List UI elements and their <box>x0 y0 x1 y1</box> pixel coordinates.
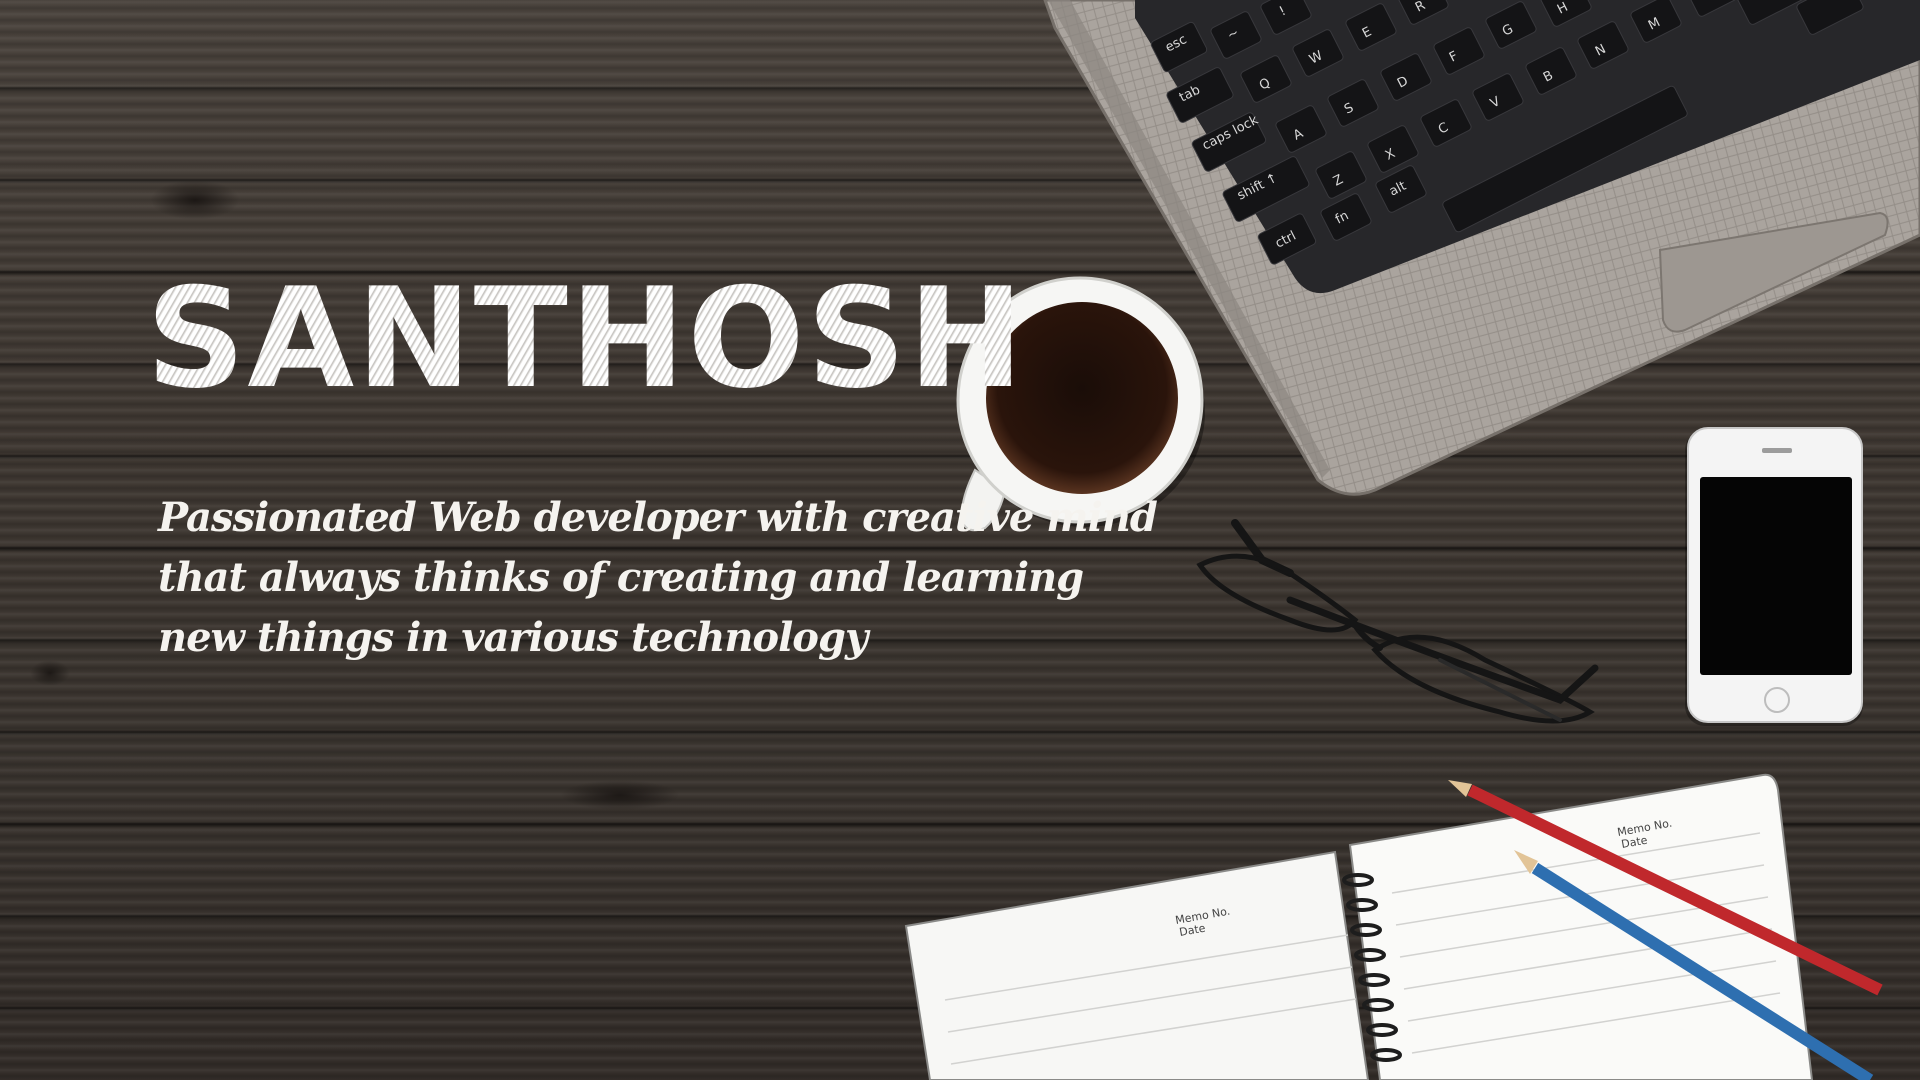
notebook: Memo No. Date Memo No. Date <box>904 773 1814 1080</box>
tagline-line: Passionated Web developer with creative … <box>158 494 1158 541</box>
eyeglasses <box>1196 519 1599 724</box>
hero-name-title: SANTHOSH <box>146 258 1026 419</box>
hero-tagline: Passionated Web developer with creative … <box>158 488 1158 668</box>
tagline-line: that always thinks of creating and learn… <box>158 554 1084 601</box>
tagline-line: new things in various technology <box>158 614 868 661</box>
smartphone <box>1685 427 1863 726</box>
